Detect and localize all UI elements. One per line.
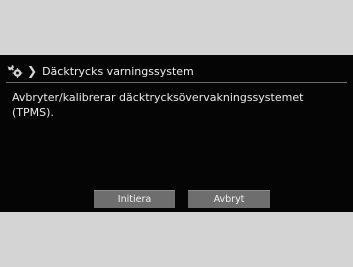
initiera-button[interactable]: Initiera [94, 190, 175, 208]
message-line-1: Avbryter/kalibrerar däcktrycksövervaknin… [12, 91, 304, 104]
breadcrumb-chevron-icon: ❯ [27, 64, 38, 78]
message-line-2: (TPMS). [12, 106, 54, 119]
settings-icon [6, 64, 23, 78]
header-bar: ❯ Däcktrycks varningssystem [6, 60, 347, 83]
avbryt-button[interactable]: Avbryt [188, 190, 270, 208]
page-title: Däcktrycks varningssystem [42, 64, 194, 78]
message-text: Avbryter/kalibrerar däcktrycksövervaknin… [12, 90, 342, 120]
